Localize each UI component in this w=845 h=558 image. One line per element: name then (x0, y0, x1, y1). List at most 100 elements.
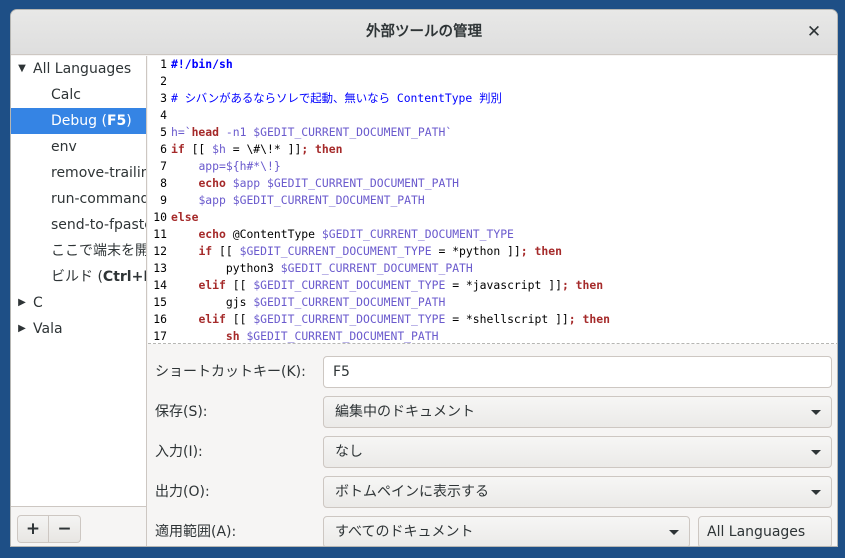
close-button[interactable]: ✕ (805, 23, 823, 41)
output-label: 出力(O): (155, 484, 210, 500)
code-text: app=${h#*\!} (198, 159, 281, 173)
tree-item-label: remove-trailing (51, 165, 146, 181)
tree-item-label: ビルド (Ctrl+B) (51, 269, 146, 285)
line-number: 7 (148, 158, 167, 175)
tree-item-label: All Languages (33, 61, 132, 77)
expander-open-icon[interactable]: ▼ (16, 56, 28, 82)
line-number: 9 (148, 192, 167, 209)
chevron-down-icon (811, 450, 821, 455)
tree-category[interactable]: ▶ Vala (11, 316, 146, 342)
code-line: 8 echo $app $GEDIT_CURRENT_DOCUMENT_PATH (148, 175, 837, 192)
shortcut-label: ショートカットキー(K): (155, 364, 306, 380)
line-number: 5 (148, 124, 167, 141)
save-label: 保存(S): (155, 404, 208, 420)
code-line: 5 h=`head -n1 $GEDIT_CURRENT_DOCUMENT_PAT… (148, 124, 837, 141)
output-combo[interactable]: ボトムペインに表示する (323, 476, 832, 508)
code-editor[interactable]: 1 #!/bin/sh 2 3 # シバンがあるならソレで起動、無いなら Content… (148, 56, 837, 344)
code-text: # シバンがあるならソレで起動、無いなら ContentType 判別 (171, 91, 502, 105)
tree-item-label: env (51, 139, 77, 155)
window-title: 外部ツールの管理 (366, 24, 482, 40)
input-combo[interactable]: なし (323, 436, 832, 468)
code-line: 11 echo @ContentType $GEDIT_CURRENT_DOCU… (148, 226, 837, 243)
code-text: elif [[ $GEDIT_CURRENT_DOCUMENT_TYPE = *… (198, 278, 604, 292)
chevron-down-icon (811, 410, 821, 415)
line-number: 3 (148, 90, 167, 107)
code-line: 15 gjs $GEDIT_CURRENT_DOCUMENT_PATH (148, 294, 837, 311)
line-number: 8 (148, 175, 167, 192)
code-text: gjs $GEDIT_CURRENT_DOCUMENT_PATH (225, 295, 446, 309)
chevron-down-icon (669, 530, 679, 535)
tree-item-label: Calc (51, 87, 81, 103)
tool-shortcut: F5 (106, 113, 127, 129)
tree-item-label: run-command (51, 191, 146, 207)
add-tool-button[interactable]: + (17, 515, 49, 543)
line-number: 13 (148, 260, 167, 277)
tool-shortcut: Ctrl+B (102, 269, 146, 285)
tree-category[interactable]: ▼ All Languages (11, 56, 146, 82)
code-text: if [[ $GEDIT_CURRENT_DOCUMENT_TYPE = *py… (198, 244, 562, 258)
line-number: 14 (148, 277, 167, 294)
scope-combo[interactable]: すべてのドキュメント (323, 516, 690, 546)
tree-item-label: Vala (33, 321, 63, 337)
line-number: 16 (148, 311, 167, 328)
code-line: 16 elif [[ $GEDIT_CURRENT_DOCUMENT_TYPE … (148, 311, 837, 328)
tree-category[interactable]: ▶ C (11, 290, 146, 316)
shortcut-input[interactable]: F5 (323, 356, 832, 388)
tools-sidebar: ▼ All Languages Calc Debug (F5) env remove-tr… (11, 56, 147, 546)
tree-item-label: Debug (F5) (51, 113, 132, 129)
code-line: 7 app=${h#*\!} (148, 158, 837, 175)
tool-name: Debug (51, 113, 98, 129)
code-text: elif [[ $GEDIT_CURRENT_DOCUMENT_TYPE = *… (198, 312, 610, 326)
output-combo-value: ボトムペインに表示する (335, 484, 489, 500)
line-number: 12 (148, 243, 167, 260)
remove-tool-button[interactable]: − (49, 515, 81, 543)
tree-tool-item[interactable]: ビルド (Ctrl+B) (11, 264, 146, 290)
expander-closed-icon[interactable]: ▶ (16, 290, 28, 316)
output-row: 出力(O): ボトムペインに表示する (148, 476, 837, 508)
tree-tool-item[interactable]: Calc (11, 82, 146, 108)
expander-closed-icon[interactable]: ▶ (16, 316, 28, 342)
code-text: #!/bin/sh (171, 57, 233, 71)
code-text: h=`head -n1 $GEDIT_CURRENT_DOCUMENT_PATH… (171, 125, 453, 139)
line-number: 15 (148, 294, 167, 311)
code-line: 4 (148, 107, 837, 124)
code-line: 14 elif [[ $GEDIT_CURRENT_DOCUMENT_TYPE … (148, 277, 837, 294)
tree-item-label: send-to-fpaste (51, 217, 146, 233)
chevron-down-icon (811, 490, 821, 495)
tool-name: ビルド (51, 269, 93, 285)
tree-tool-item[interactable]: ここで端末を開 (11, 238, 146, 264)
code-line: 12 if [[ $GEDIT_CURRENT_DOCUMENT_TYPE = … (148, 243, 837, 260)
input-combo-value: なし (335, 444, 363, 460)
code-line: 1 #!/bin/sh (148, 56, 837, 73)
shortcut-row: ショートカットキー(K): F5 (148, 356, 837, 388)
code-text: echo @ContentType $GEDIT_CURRENT_DOCUMEN… (198, 227, 514, 241)
input-label: 入力(I): (155, 444, 203, 460)
tree-tool-item[interactable]: send-to-fpaste (11, 212, 146, 238)
tree-item-label: C (33, 295, 43, 311)
save-combo[interactable]: 編集中のドキュメント (323, 396, 832, 428)
tools-tree: ▼ All Languages Calc Debug (F5) env remove-tr… (11, 56, 146, 506)
tree-tool-item[interactable]: Debug (F5) (11, 108, 146, 134)
code-text: else (171, 210, 199, 224)
code-line: 6 if [[ $h = \#\!* ]]; then (148, 141, 837, 158)
line-number: 17 (148, 328, 167, 343)
code-line: 10 else (148, 209, 837, 226)
tree-item-label: ここで端末を開 (51, 243, 146, 259)
line-number: 4 (148, 107, 167, 124)
input-row: 入力(I): なし (148, 436, 837, 468)
line-number: 10 (148, 209, 167, 226)
code-text: python3 $GEDIT_CURRENT_DOCUMENT_PATH (225, 261, 473, 275)
tree-tool-item[interactable]: env (11, 134, 146, 160)
tree-tool-item[interactable]: run-command (11, 186, 146, 212)
save-row: 保存(S): 編集中のドキュメント (148, 396, 837, 428)
scope-label: 適用範囲(A): (155, 524, 237, 540)
scope-row: 適用範囲(A): すべてのドキュメント All Languages (148, 516, 837, 546)
code-line: 13 python3 $GEDIT_CURRENT_DOCUMENT_PATH (148, 260, 837, 277)
tool-properties: ショートカットキー(K): F5 保存(S): 編集中のドキュメント 入力(I)… (148, 346, 837, 546)
code-text: sh $GEDIT_CURRENT_DOCUMENT_PATH (225, 329, 439, 343)
manage-external-tools-dialog: 外部ツールの管理 ✕ ▼ All Languages Calc Debug (F5) e… (10, 9, 838, 547)
tree-tool-item[interactable]: remove-trailing (11, 160, 146, 186)
titlebar: 外部ツールの管理 ✕ (11, 10, 837, 55)
code-text: $app $GEDIT_CURRENT_DOCUMENT_PATH (198, 193, 425, 207)
languages-button[interactable]: All Languages (698, 516, 832, 546)
